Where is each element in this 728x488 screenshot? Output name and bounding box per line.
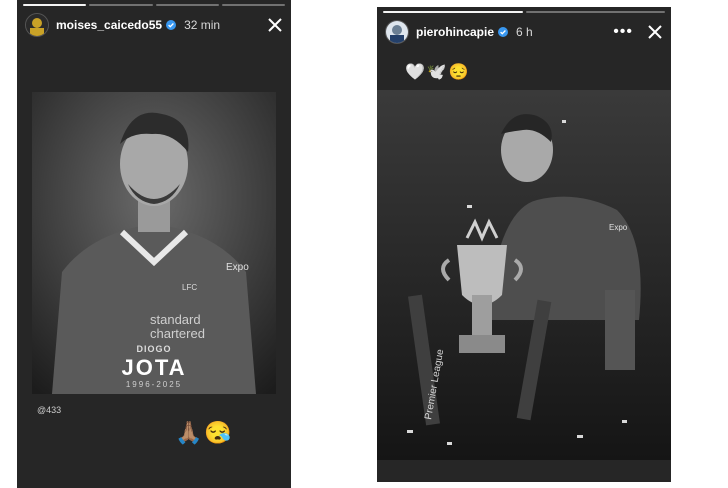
close-icon[interactable] [647, 24, 663, 40]
more-options-icon[interactable]: ••• [613, 24, 633, 40]
story-left[interactable]: moises_caicedo55 32 min standard charter… [17, 0, 291, 488]
post-time: 32 min [184, 18, 221, 32]
verified-badge-icon [166, 20, 177, 30]
story-right[interactable]: pierohincapie 6 h ••• 🤍🕊️😔 Premier Leagu… [377, 7, 671, 482]
progress-segment [221, 4, 285, 6]
mention-tag[interactable]: @433 [37, 405, 61, 415]
reaction-emojis: 🙏🏽😪 [175, 420, 234, 445]
jersey-text: Expo [609, 223, 628, 232]
player-years: 1996-2025 [125, 380, 183, 389]
player-last-name: JOTA [121, 355, 187, 380]
caption-emojis: 🤍🕊️😔 [405, 64, 471, 81]
verified-badge-icon [498, 27, 509, 37]
avatar[interactable] [25, 13, 49, 37]
player-trophy-image: Premier League Expo [377, 90, 671, 460]
story-progress-bar [23, 4, 285, 6]
story-progress-bar [383, 11, 665, 13]
post-time: 6 h [516, 25, 533, 39]
close-icon[interactable] [267, 17, 283, 33]
progress-segment [383, 11, 523, 13]
story-header: pierohincapie 6 h ••• [385, 19, 663, 45]
player-first-name: DIOGO [136, 344, 172, 354]
sponsor-line-1: standard [150, 312, 201, 327]
progress-segment [89, 4, 153, 6]
progress-segment [155, 4, 219, 6]
username[interactable]: pierohincapie [416, 25, 494, 39]
tribute-photo: standard chartered LFC Expo DIOGO JOTA 1… [32, 92, 276, 394]
progress-segment [23, 4, 87, 6]
sponsor-line-2: chartered [150, 326, 205, 341]
username[interactable]: moises_caicedo55 [56, 18, 162, 32]
avatar[interactable] [385, 20, 409, 44]
trophy-photo: Premier League Expo [377, 90, 671, 460]
story-header: moises_caicedo55 32 min [25, 12, 283, 38]
progress-segment [525, 11, 665, 13]
jersey-text: Expo [226, 262, 249, 273]
club-badge: LFC [182, 283, 197, 292]
